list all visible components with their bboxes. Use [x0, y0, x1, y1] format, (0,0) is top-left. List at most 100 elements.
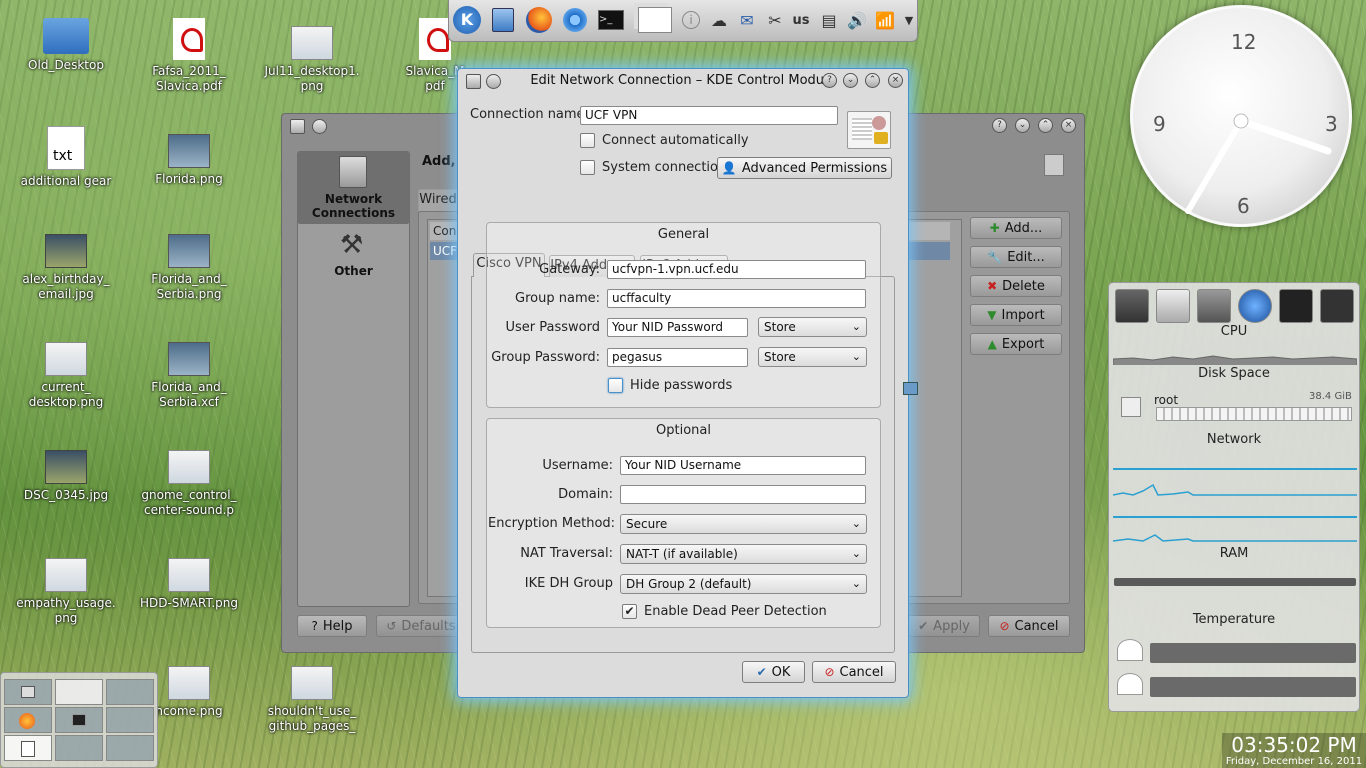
document-icon [21, 741, 35, 757]
connect-automatically-checkbox[interactable] [580, 133, 595, 148]
drive-icon [1121, 397, 1141, 417]
gateway-input[interactable]: ucfvpn-1.vpn.ucf.edu [607, 260, 866, 279]
pager-desktop-7[interactable] [4, 735, 52, 761]
firefox-icon[interactable] [525, 6, 553, 34]
pager-desktop-3[interactable] [106, 679, 154, 705]
apply-icon: ✔ [918, 619, 929, 633]
username-input[interactable]: Your NID Username [620, 456, 866, 475]
import-button[interactable]: ▼ Import [970, 304, 1062, 326]
desktop-icon-18[interactable]: shouldn't_use_ github_pages_ [257, 666, 367, 734]
desktop-icon-0[interactable]: Old_Desktop [11, 18, 121, 73]
apply-button[interactable]: ✔ Apply [908, 615, 980, 637]
desktop-icon-1[interactable]: Fafsa_2011_ Slavica.pdf [134, 18, 244, 94]
keyboard-layout-indicator[interactable]: us [787, 6, 815, 34]
pager-desktop-5[interactable] [55, 707, 103, 733]
nat-traversal-select[interactable]: NAT-T (if available) ⌄ [620, 544, 867, 564]
desktop-icon-11[interactable]: Florida_and_ Serbia.xcf [134, 342, 244, 410]
harddisk-icon[interactable] [1156, 289, 1190, 323]
desktop-icon-12[interactable]: DSC_0345.jpg [11, 450, 121, 503]
digital-clock[interactable]: 03:35:02 PM Friday, December 16, 2011 [1222, 733, 1366, 768]
help-icon[interactable]: ? [822, 73, 837, 88]
pin-icon[interactable] [312, 119, 327, 134]
display-icon[interactable] [1279, 289, 1313, 323]
memory-icon[interactable] [1197, 289, 1231, 323]
pager-desktop-2[interactable] [55, 679, 103, 705]
domain-input[interactable] [620, 485, 866, 504]
drag-handle-icon [903, 382, 918, 395]
panel-menu-icon[interactable]: ▼ [901, 6, 917, 34]
ok-button[interactable]: ✔ OK [742, 661, 805, 683]
volume-icon[interactable]: 🔊 [843, 6, 871, 34]
add-button[interactable]: ✚ Add... [970, 217, 1062, 239]
desktop-icon-16[interactable]: HDD-SMART.png [134, 558, 244, 611]
desktop-icon-13[interactable]: gnome_control_ center-sound.p [134, 450, 244, 518]
desktop-icon-label: Florida_and_ Serbia.png [151, 272, 227, 301]
wifi-icon[interactable]: 📶 [871, 6, 899, 34]
cancel-button[interactable]: ⊘ Cancel [988, 615, 1070, 637]
desktop-icon-4[interactable]: txt additional gear [11, 126, 121, 189]
group-name-input[interactable]: ucffaculty [607, 289, 866, 308]
chromium-icon[interactable] [561, 6, 589, 34]
desktop-icon-5[interactable]: Florida.png [134, 134, 244, 187]
network-globe-icon[interactable] [1238, 289, 1272, 323]
export-button[interactable]: ▲ Export [970, 333, 1062, 355]
user-password-store-select[interactable]: Store ⌄ [758, 317, 867, 337]
info-icon[interactable]: i [677, 6, 705, 34]
delete-button[interactable]: ✖ Delete [970, 275, 1062, 297]
desktop-icon-7[interactable]: alex_birthday_ email.jpg [11, 234, 121, 302]
window-list-icon[interactable] [635, 6, 675, 34]
desktop-icon-15[interactable]: empathy_usage. png [11, 558, 121, 626]
ike-dh-group-select[interactable]: DH Group 2 (default) ⌄ [620, 574, 867, 594]
notifications-icon[interactable]: ✉ [733, 6, 761, 34]
clipboard-icon[interactable]: ▤ [815, 6, 843, 34]
user-password-input[interactable]: Your NID Password [607, 318, 748, 337]
encryption-method-select[interactable]: Secure ⌄ [620, 514, 867, 534]
group-password-store-select[interactable]: Store ⌄ [758, 347, 867, 367]
sidebar-item-network-connections[interactable]: Network Connections [298, 152, 409, 224]
connection-name-input[interactable]: UCF VPN [580, 106, 838, 125]
export-icon: ▲ [987, 337, 997, 351]
check-icon: ✔ [756, 665, 767, 679]
maximize-icon[interactable]: ⌃ [1038, 118, 1053, 133]
pager-desktop-4[interactable] [4, 707, 52, 733]
general-group-title: General [657, 227, 710, 242]
close-icon[interactable]: × [1061, 118, 1076, 133]
hide-passwords-checkbox[interactable] [608, 378, 623, 393]
desktop-icon-10[interactable]: current_ desktop.png [11, 342, 121, 410]
dead-peer-detection-checkbox[interactable]: ✔ [622, 604, 637, 619]
pager-desktop-1[interactable] [4, 679, 52, 705]
group-password-label: Group Password: [491, 350, 600, 365]
sidebar-item-other[interactable]: ⚒ Other [298, 228, 409, 280]
window-menu-icon[interactable] [290, 119, 305, 134]
desktop-icon-8[interactable]: Florida_and_ Serbia.png [134, 234, 244, 302]
defaults-button[interactable]: ↺ Defaults [376, 615, 466, 637]
help-button[interactable]: ? Help [297, 615, 367, 637]
klipper-icon[interactable]: ✂ [761, 6, 789, 34]
connection-icon-button[interactable] [847, 111, 891, 149]
desktop-icon-2[interactable]: Jul11_desktop1. png [257, 26, 367, 94]
close-icon[interactable]: × [888, 73, 903, 88]
advanced-permissions-button[interactable]: 👤 Advanced Permissions [717, 157, 892, 179]
help-icon[interactable]: ? [992, 118, 1007, 133]
minimize-icon[interactable]: ⌄ [1015, 118, 1030, 133]
kde-menu-icon[interactable]: K [453, 6, 481, 34]
pager-desktop-9[interactable] [106, 735, 154, 761]
file-manager-icon[interactable] [489, 6, 517, 34]
dialog-cancel-button[interactable]: ⊘ Cancel [812, 661, 896, 683]
temperature-chip-icon[interactable] [1320, 289, 1354, 323]
terminal-icon[interactable]: >_ [597, 6, 625, 34]
photo-file-icon [45, 234, 87, 268]
cpu-title: CPU [1220, 324, 1248, 339]
weather-icon[interactable]: ☁ [705, 6, 733, 34]
tab-wired[interactable]: Wired [418, 189, 458, 211]
cpu-icon[interactable] [1115, 289, 1149, 323]
minimize-icon[interactable]: ⌄ [843, 73, 858, 88]
maximize-icon[interactable]: ⌃ [865, 73, 880, 88]
group-password-input[interactable]: pegasus [607, 348, 748, 367]
pager-desktop-6[interactable] [106, 707, 154, 733]
minute-hand [1185, 118, 1244, 214]
system-connection-checkbox[interactable] [580, 160, 595, 175]
pager-desktop-8[interactable] [55, 735, 103, 761]
edit-button[interactable]: 🔧 Edit... [970, 246, 1062, 268]
network-title: Network [1206, 432, 1262, 447]
